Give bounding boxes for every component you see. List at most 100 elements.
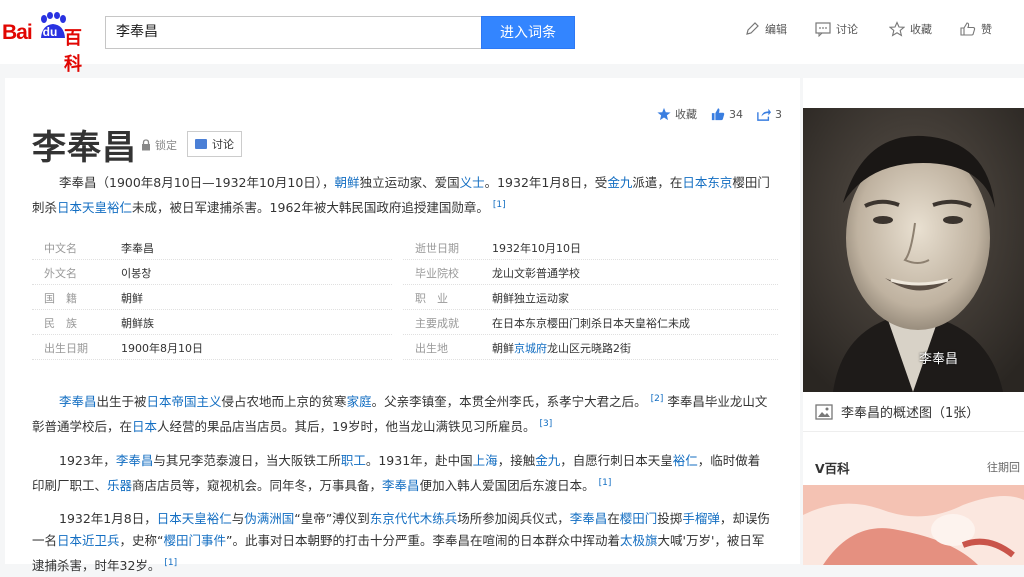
summary-paragraph: 李奉昌（1900年8月10日—1932年10月10日），朝鲜独立运动家、爱国义士…: [32, 172, 772, 219]
infobox-key: 逝世日期: [415, 241, 459, 255]
portrait-image: [803, 108, 1024, 392]
album-link[interactable]: 李奉昌的概述图（1张）: [803, 392, 1024, 432]
entry-link[interactable]: 伪满洲国: [244, 511, 294, 526]
entry-link[interactable]: 职工: [341, 453, 366, 468]
entry-link[interactable]: 日本: [132, 419, 157, 434]
text-run: ，史称“: [119, 533, 164, 548]
lock-icon: [142, 139, 150, 151]
entry-link[interactable]: 李奉昌: [59, 394, 97, 409]
entry-link[interactable]: 手榴弹: [682, 511, 720, 526]
sidebar: 李奉昌 李奉昌的概述图（1张） V百科 往期回: [803, 78, 1024, 565]
entry-link[interactable]: 京城府: [514, 342, 547, 355]
entry-link[interactable]: 樱田门: [620, 511, 658, 526]
page-title: 李奉昌: [32, 128, 137, 168]
citation-ref[interactable]: [3]: [539, 419, 552, 429]
entry-link[interactable]: 太极旗: [620, 533, 658, 548]
infobox-key: 出生地: [415, 341, 448, 355]
infobox-row: 毕业院校 龙山文彰普通学校: [403, 261, 778, 285]
entry-link[interactable]: 日本近卫兵: [57, 533, 120, 548]
entry-link[interactable]: 金九: [535, 453, 560, 468]
infobox-value: 朝鲜独立运动家: [492, 291, 569, 305]
like-count: 34: [729, 107, 743, 121]
entry-link[interactable]: 上海: [473, 453, 498, 468]
body-paragraph: 李奉昌出生于被日本帝国主义侵占农地而上京的贫寒家庭。父亲李镇奎，本贯全州李氏，系…: [32, 388, 772, 438]
text-run: 与: [231, 511, 245, 526]
share-count: 3: [775, 107, 782, 121]
infobox-value: 朝鲜京城府龙山区元晓路2街: [492, 340, 631, 356]
entry-link[interactable]: 东京代代木练兵: [370, 511, 458, 526]
action-bar: 收藏 34 3: [657, 106, 782, 122]
infobox-row: 中文名 李奉昌: [32, 236, 392, 260]
top-bar: Bai du 百科 李奉昌 进入词条 编辑 讨论 收藏 赞: [0, 0, 1024, 75]
citation-ref[interactable]: [1]: [493, 200, 506, 210]
infobox-value[interactable]: 朝鲜: [121, 290, 143, 306]
infobox-row: 逝世日期 1932年10月10日: [403, 236, 778, 260]
entry-link[interactable]: 日本天皇裕仁: [157, 511, 232, 526]
entry-link[interactable]: 李奉昌: [570, 511, 608, 526]
infobox-value: 이봉창: [121, 266, 152, 280]
infobox-key: 国 籍: [44, 291, 77, 305]
text-run: 便加入韩人爱国团后东渡日本。: [419, 478, 595, 494]
edit-label: 编辑: [765, 23, 787, 36]
infobox-row: 主要成就 在日本东京樱田门刺杀日本天皇裕仁未成: [403, 311, 778, 335]
baidu-baike-logo[interactable]: Bai du 百科: [2, 12, 98, 75]
v-baike-title: V百科: [815, 460, 850, 476]
text-run: 。1932年1月8日，受: [484, 175, 608, 190]
entry-link[interactable]: 乐器: [107, 478, 132, 493]
lock-status: 锁定: [141, 137, 177, 153]
edit-tool[interactable]: 编辑: [744, 19, 787, 39]
entry-link[interactable]: 日本天皇裕仁: [57, 200, 132, 215]
v-baike-more-link[interactable]: 往期回: [987, 459, 1020, 475]
logo-du: du: [42, 25, 58, 39]
v-baike-image: [803, 485, 1024, 565]
share-action[interactable]: 3: [757, 107, 782, 121]
like-action[interactable]: 34: [711, 107, 743, 121]
entry-link[interactable]: 李奉昌: [382, 478, 420, 493]
entry-link[interactable]: 朝鲜: [335, 175, 360, 190]
entry-link[interactable]: 樱田门事件: [164, 533, 227, 548]
infobox-value: 李奉昌: [121, 241, 154, 255]
text-run: 未成，被日军逮捕杀害。1962年被大韩民国政府追授建国勋章。: [132, 200, 489, 216]
infobox-key: 主要成就: [415, 316, 459, 330]
enter-entry-button[interactable]: 进入词条: [481, 16, 575, 49]
entry-link[interactable]: 家庭: [347, 394, 372, 409]
infobox-value: 龙山文彰普通学校: [492, 266, 580, 280]
text-run: ”。此事对日本朝野的打击十分严重。李奉昌在喧闹的日本群众中挥动着: [226, 533, 621, 548]
citation-ref[interactable]: [1]: [164, 558, 177, 568]
text-run: 派遣，在: [632, 175, 683, 190]
entry-link[interactable]: 义士: [460, 175, 485, 190]
favorite-tool[interactable]: 收藏: [889, 19, 932, 39]
logo-bai: Bai: [2, 21, 33, 44]
infobox-value: 朝鲜族: [121, 316, 154, 330]
citation-ref[interactable]: [2]: [651, 394, 664, 404]
search-input[interactable]: 李奉昌: [105, 16, 481, 49]
v-baike-header: V百科 往期回: [803, 450, 1024, 484]
discuss-tool[interactable]: 讨论: [815, 19, 858, 39]
infobox-key: 出生日期: [44, 341, 88, 355]
body-paragraph: 1932年1月8日，日本天皇裕仁与伪满洲国“皇帝”溥仪到东京代代木练兵场所参加阅…: [32, 508, 772, 577]
v-baike-thumbnail[interactable]: [803, 485, 1024, 565]
star-filled-icon: [657, 107, 671, 121]
favorite-label: 收藏: [910, 23, 932, 36]
citation-ref[interactable]: [1]: [599, 478, 612, 488]
infobox-value: 1932年10月10日: [492, 241, 581, 255]
text-run: 场所参加阅兵仪式，: [457, 511, 570, 526]
text-run: 朝鲜: [492, 341, 514, 355]
entry-link[interactable]: 金九: [607, 175, 632, 190]
infobox-row: 外文名 이봉창: [32, 261, 392, 285]
infobox-row: 出生地 朝鲜京城府龙山区元晓路2街: [403, 336, 778, 360]
entry-link[interactable]: 日本东京: [682, 175, 732, 190]
text-run: 。父亲李镇奎，本贯全州李氏，系孝宁大君之后。: [371, 394, 647, 410]
logo-baike: 百科: [64, 28, 82, 75]
like-tool[interactable]: 赞: [960, 19, 992, 39]
text-run: 出生于被: [96, 394, 147, 410]
entry-link[interactable]: 日本帝国主义: [147, 394, 222, 409]
like-label: 赞: [981, 23, 992, 36]
portrait-photo[interactable]: 李奉昌: [803, 108, 1024, 392]
entry-link[interactable]: 裕仁: [673, 453, 698, 468]
entry-link[interactable]: 李奉昌: [116, 453, 154, 468]
discuss-button[interactable]: 讨论: [187, 131, 242, 157]
text-run: “皇帝”溥仪到: [294, 511, 370, 526]
favorite-action[interactable]: 收藏: [657, 106, 697, 122]
summary: 李奉昌（1900年8月10日—1932年10月10日），朝鲜独立运动家、爱国义士…: [32, 172, 772, 219]
